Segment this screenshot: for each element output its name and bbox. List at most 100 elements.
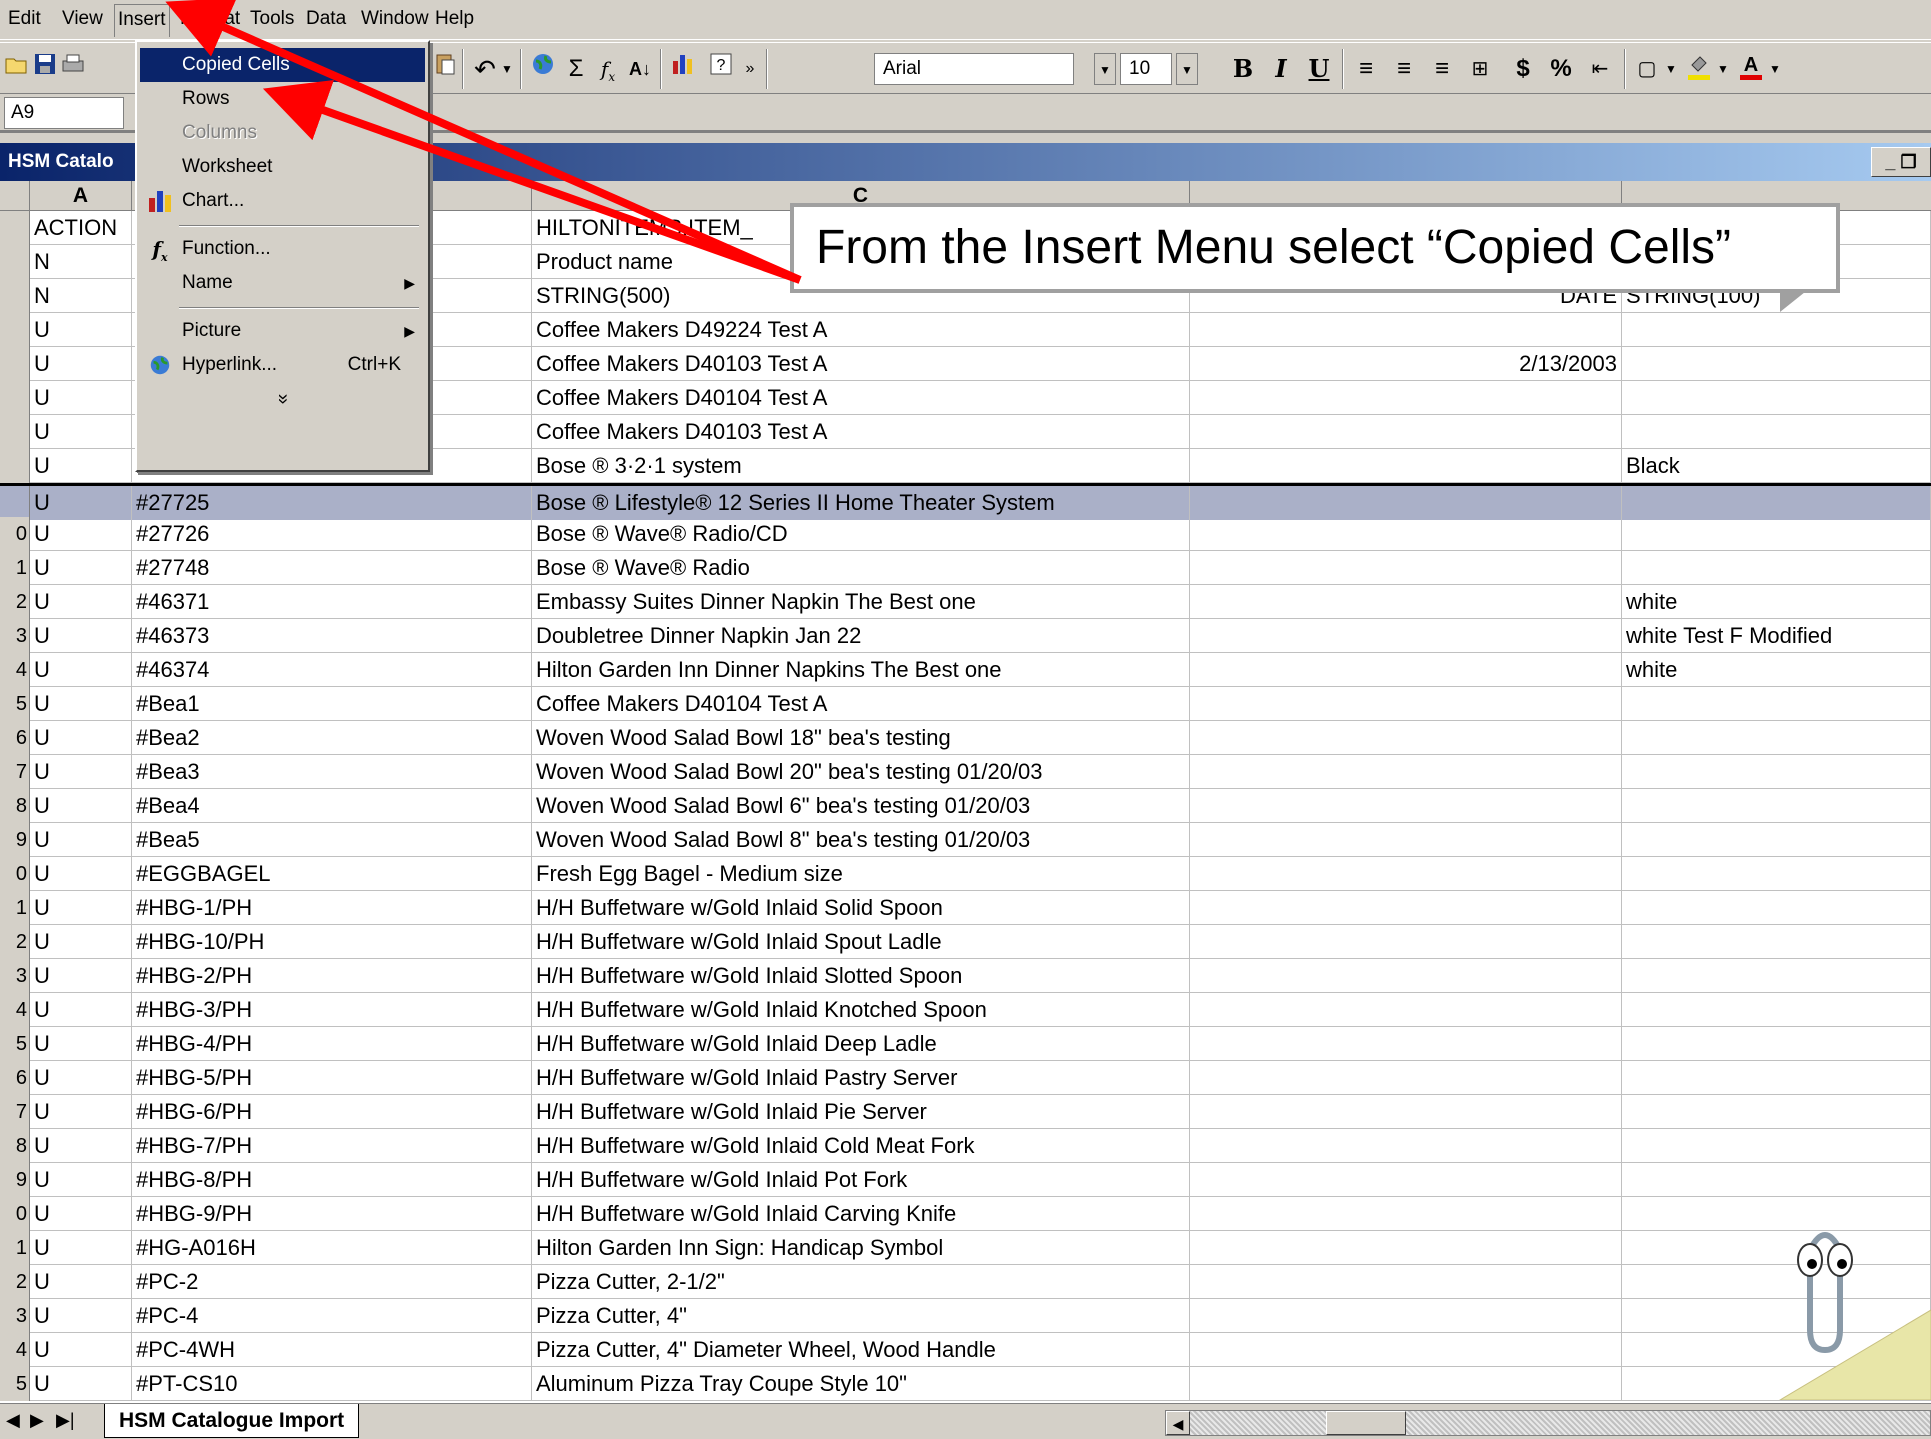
cell-d[interactable] <box>1190 619 1622 653</box>
cell-b[interactable]: #HBG-9/PH <box>132 1197 532 1231</box>
align-left-icon[interactable]: ≡ <box>1350 51 1382 87</box>
table-row[interactable]: 7 U #Bea3 Woven Wood Salad Bowl 20" bea's t… <box>0 755 1931 789</box>
table-row[interactable]: 2 U #46371 Embassy Suites Dinner Napkin The… <box>0 585 1931 619</box>
cell-a[interactable]: U <box>30 1367 132 1401</box>
save-icon[interactable] <box>32 51 58 87</box>
cell-d[interactable] <box>1190 1299 1622 1333</box>
font-name-combo[interactable]: Arial <box>874 53 1074 85</box>
cell-c[interactable]: Fresh Egg Bagel - Medium size <box>532 857 1190 891</box>
cell-e[interactable] <box>1622 857 1931 891</box>
menu-format[interactable]: Format <box>180 8 240 30</box>
cell-e[interactable] <box>1622 993 1931 1027</box>
cell-e[interactable]: white <box>1622 585 1931 619</box>
cell-c[interactable]: Bose ® 3·2·1 system <box>532 449 1190 483</box>
cell-e[interactable] <box>1622 486 1931 520</box>
cell-d[interactable] <box>1190 891 1622 925</box>
row-header[interactable]: 1 <box>0 551 30 585</box>
row-header[interactable] <box>0 279 30 313</box>
table-row[interactable]: 8 U #Bea4 Woven Wood Salad Bowl 6" bea's te… <box>0 789 1931 823</box>
row-header[interactable]: 4 <box>0 1333 30 1367</box>
merge-center-icon[interactable]: ⊞ <box>1464 51 1496 87</box>
italic-icon[interactable]: I <box>1266 51 1296 87</box>
cell-a[interactable]: U <box>30 1197 132 1231</box>
table-row[interactable]: 1 U #HBG-1/PH H/H Buffetware w/Gold Inlaid … <box>0 891 1931 925</box>
fill-color-dropdown-icon[interactable]: ▼ <box>1716 51 1730 87</box>
bold-icon[interactable]: B <box>1228 51 1258 87</box>
row-header[interactable]: 9 <box>0 1163 30 1197</box>
cell-a[interactable]: U <box>30 517 132 551</box>
menu-item-copied-cells[interactable]: Copied Cells <box>140 48 425 82</box>
cell-c[interactable]: H/H Buffetware w/Gold Inlaid Deep Ladle <box>532 1027 1190 1061</box>
cell-e[interactable] <box>1622 925 1931 959</box>
row-header[interactable]: 7 <box>0 755 30 789</box>
table-row[interactable]: 8 U #HBG-7/PH H/H Buffetware w/Gold Inlaid … <box>0 1129 1931 1163</box>
cell-c[interactable]: Bose ® Wave® Radio/CD <box>532 517 1190 551</box>
first-sheet-icon[interactable]: ◀ <box>6 1410 20 1431</box>
cell-d[interactable] <box>1190 823 1622 857</box>
help-icon[interactable]: ? <box>706 51 736 87</box>
cell-d[interactable] <box>1190 925 1622 959</box>
cell-c[interactable]: Coffee Makers D40104 Test A <box>532 687 1190 721</box>
cell-e[interactable] <box>1622 687 1931 721</box>
cell-b[interactable]: #PC-2 <box>132 1265 532 1299</box>
cell-b[interactable]: #HBG-6/PH <box>132 1095 532 1129</box>
cell-c[interactable]: H/H Buffetware w/Gold Inlaid Slotted Spo… <box>532 959 1190 993</box>
cell-b[interactable]: #46371 <box>132 585 532 619</box>
row-header[interactable]: 6 <box>0 1061 30 1095</box>
percent-icon[interactable]: % <box>1546 51 1576 87</box>
open-icon[interactable] <box>4 51 30 87</box>
menu-item-chart[interactable]: Chart... <box>140 184 425 218</box>
scrollbar-thumb[interactable] <box>1326 1411 1406 1435</box>
cell-b[interactable]: #27748 <box>132 551 532 585</box>
cell-a[interactable]: U <box>30 381 132 415</box>
cell-b[interactable]: #HBG-5/PH <box>132 1061 532 1095</box>
cell-b[interactable]: #PT-CS10 <box>132 1367 532 1401</box>
scroll-left-icon[interactable]: ◀ <box>1166 1411 1190 1435</box>
fill-color-icon[interactable] <box>1684 51 1714 87</box>
table-row[interactable]: 3 U #PC-4 Pizza Cutter, 4" <box>0 1299 1931 1333</box>
table-row[interactable]: 7 U #HBG-6/PH H/H Buffetware w/Gold Inlaid … <box>0 1095 1931 1129</box>
cell-c[interactable]: Woven Wood Salad Bowl 18" bea's testing <box>532 721 1190 755</box>
cell-c[interactable]: H/H Buffetware w/Gold Inlaid Carving Kni… <box>532 1197 1190 1231</box>
cell-b[interactable]: #HBG-1/PH <box>132 891 532 925</box>
cell-c[interactable]: Bose ® Wave® Radio <box>532 551 1190 585</box>
cell-c[interactable]: Coffee Makers D49224 Test A <box>532 313 1190 347</box>
toolbar-options-icon[interactable]: » <box>740 51 760 87</box>
function-icon[interactable]: fx <box>594 51 622 87</box>
borders-dropdown-icon[interactable]: ▼ <box>1664 51 1678 87</box>
cell-c[interactable]: Pizza Cutter, 4" <box>532 1299 1190 1333</box>
cell-a[interactable]: U <box>30 653 132 687</box>
currency-icon[interactable]: $ <box>1508 51 1538 87</box>
last-sheet-icon[interactable]: ▶| <box>56 1410 75 1431</box>
cell-b[interactable]: #HBG-3/PH <box>132 993 532 1027</box>
cell-a[interactable]: U <box>30 1129 132 1163</box>
cell-b[interactable]: #Bea2 <box>132 721 532 755</box>
cell-b[interactable]: #Bea4 <box>132 789 532 823</box>
cell-d[interactable] <box>1190 1333 1622 1367</box>
menu-item-picture[interactable]: Picture ▶ <box>140 314 425 348</box>
row-header[interactable]: 5 <box>0 687 30 721</box>
table-row[interactable]: 4 U #HBG-3/PH H/H Buffetware w/Gold Inlaid … <box>0 993 1931 1027</box>
row-header[interactable] <box>0 381 30 415</box>
table-row[interactable]: 3 U #46373 Doubletree Dinner Napkin Jan 22 w… <box>0 619 1931 653</box>
cell-c[interactable]: Hilton Garden Inn Sign: Handicap Symbol <box>532 1231 1190 1265</box>
cell-a[interactable]: U <box>30 1265 132 1299</box>
cell-e[interactable] <box>1622 313 1931 347</box>
cell-e[interactable] <box>1622 891 1931 925</box>
table-row[interactable]: 1 U #27748 Bose ® Wave® Radio <box>0 551 1931 585</box>
cell-b[interactable]: #Bea3 <box>132 755 532 789</box>
underline-icon[interactable]: U <box>1304 51 1334 87</box>
cell-a[interactable]: U <box>30 687 132 721</box>
cell-b[interactable]: #27725 <box>132 486 532 520</box>
cell-a[interactable]: U <box>30 823 132 857</box>
cell-d[interactable] <box>1190 959 1622 993</box>
cell-d[interactable] <box>1190 313 1622 347</box>
cell-d[interactable] <box>1190 1095 1622 1129</box>
menu-tools[interactable]: Tools <box>250 8 294 30</box>
table-row[interactable]: 0 U #EGGBAGEL Fresh Egg Bagel - Medium size <box>0 857 1931 891</box>
cell-e[interactable] <box>1622 1061 1931 1095</box>
cell-c[interactable]: H/H Buffetware w/Gold Inlaid Cold Meat F… <box>532 1129 1190 1163</box>
row-header[interactable]: 5 <box>0 1027 30 1061</box>
cell-c[interactable]: Woven Wood Salad Bowl 6" bea's testing 0… <box>532 789 1190 823</box>
cell-b[interactable]: #PC-4 <box>132 1299 532 1333</box>
